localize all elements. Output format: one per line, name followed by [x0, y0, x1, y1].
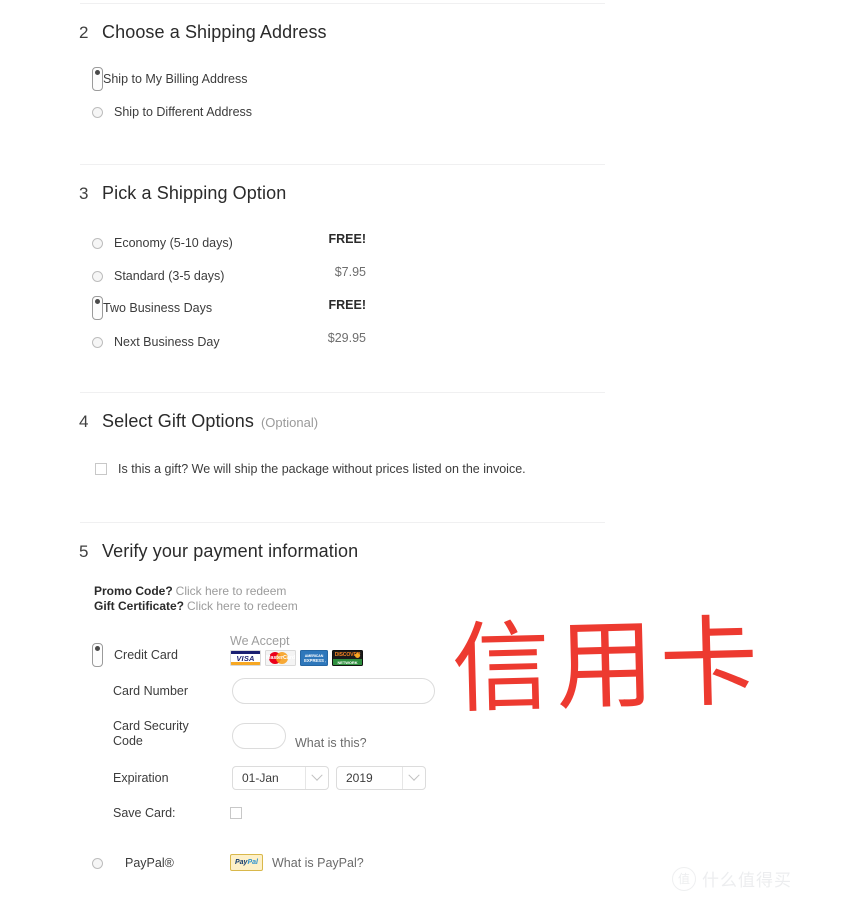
- radio-payment-paypal[interactable]: PayPal®: [92, 856, 174, 870]
- checkbox-icon[interactable]: [95, 463, 107, 475]
- save-card-checkbox[interactable]: [230, 807, 242, 819]
- radio-label: PayPal®: [125, 856, 174, 870]
- radio-ship-different-address[interactable]: Ship to Different Address: [92, 105, 252, 119]
- radio-payment-credit-card[interactable]: Credit Card: [92, 643, 178, 667]
- gift-certificate-link[interactable]: Click here to redeem: [187, 599, 298, 613]
- radio-icon[interactable]: [92, 67, 103, 91]
- what-is-paypal-link[interactable]: What is PayPal?: [272, 856, 364, 870]
- accepted-card-logos: VISA MasterCard AMERICAN EXPRESS › DISCO…: [230, 650, 363, 666]
- expiration-label: Expiration: [113, 771, 169, 785]
- section-header-payment: 5 Verify your payment information: [79, 541, 358, 562]
- section-number: 2: [79, 23, 89, 42]
- checkbox-gift-option[interactable]: Is this a gift? We will ship the package…: [95, 462, 526, 476]
- promo-code-link[interactable]: Click here to redeem: [176, 584, 287, 598]
- mastercard-icon: MasterCard: [265, 650, 296, 666]
- radio-icon[interactable]: [92, 643, 103, 667]
- promo-code-label: Promo Code?: [94, 584, 173, 598]
- expiration-month-value: 01-Jan: [242, 771, 279, 785]
- section-title: Choose a Shipping Address: [102, 22, 327, 42]
- card-number-label: Card Number: [113, 684, 189, 698]
- card-number-input[interactable]: [232, 678, 435, 704]
- radio-icon[interactable]: [92, 237, 103, 249]
- save-card-label: Save Card:: [113, 806, 176, 820]
- section-header-gift-options: 4 Select Gift Options (Optional): [79, 411, 318, 432]
- divider-shipping-option: [80, 164, 605, 165]
- chevron-down-icon[interactable]: [402, 767, 425, 789]
- chevron-down-icon[interactable]: [305, 767, 328, 789]
- watermark-logo-icon: 值: [672, 866, 696, 891]
- radio-icon[interactable]: [92, 106, 103, 118]
- section-header-shipping-option: 3 Pick a Shipping Option: [79, 183, 286, 204]
- radio-icon[interactable]: [92, 296, 103, 320]
- card-security-code-input[interactable]: [232, 723, 286, 749]
- shipping-option-price: $7.95: [334, 265, 366, 279]
- radio-icon[interactable]: [92, 857, 103, 869]
- section-title: Verify your payment information: [102, 541, 359, 561]
- paypal-logo-text-1: Pay: [235, 859, 248, 866]
- shipping-option-price: FREE!: [328, 298, 367, 312]
- section-number: 4: [79, 412, 89, 431]
- divider-top: [80, 3, 605, 4]
- radio-label: Credit Card: [114, 648, 178, 662]
- radio-label: Ship to My Billing Address: [103, 72, 248, 86]
- expiration-month-select[interactable]: 01-Jan: [232, 766, 329, 790]
- radio-ship-billing-address[interactable]: Ship to My Billing Address: [92, 67, 248, 91]
- watermark-text: 什么值得买: [702, 871, 792, 891]
- section-title: Pick a Shipping Option: [102, 183, 287, 203]
- visa-icon: VISA: [230, 650, 261, 666]
- paypal-icon: Pay Pal: [230, 854, 263, 871]
- divider-gift-options: [80, 392, 605, 393]
- discover-icon: DISCOVER NETWORK: [332, 650, 363, 666]
- gift-certificate-label: Gift Certificate?: [94, 599, 185, 613]
- amex-icon: AMERICAN EXPRESS ›: [300, 650, 328, 666]
- divider-payment: [80, 522, 605, 523]
- section-header-shipping-address: 2 Choose a Shipping Address: [79, 22, 327, 43]
- gift-certificate-row[interactable]: Gift Certificate? Click here to redeem: [94, 599, 298, 614]
- radio-icon[interactable]: [92, 270, 103, 282]
- shipping-option-label: Standard (3-5 days): [114, 269, 225, 283]
- section-number: 5: [79, 542, 89, 561]
- shipping-option-label: Economy (5-10 days): [114, 236, 233, 250]
- section-number: 3: [79, 184, 89, 203]
- checkout-page: 2 Choose a Shipping Address Ship to My B…: [0, 0, 844, 910]
- section-optional-tag: (Optional): [260, 415, 319, 430]
- watermark: 值 什么值得买: [672, 866, 792, 891]
- shipping-option-label: Two Business Days: [103, 301, 213, 315]
- promo-code-row[interactable]: Promo Code? Click here to redeem: [94, 584, 286, 599]
- expiration-year-value: 2019: [346, 771, 373, 785]
- radio-label: Ship to Different Address: [114, 105, 253, 119]
- radio-icon[interactable]: [92, 336, 103, 348]
- shipping-option-label: Next Business Day: [114, 335, 220, 349]
- card-security-code-label: Card Security Code: [113, 719, 189, 748]
- handwritten-annotation: 信用卡: [450, 605, 766, 728]
- shipping-option-price: FREE!: [328, 232, 367, 246]
- we-accept-label: We Accept: [230, 634, 290, 648]
- shipping-option-price: $29.95: [327, 331, 366, 345]
- paypal-logo-text-2: Pal: [247, 859, 258, 866]
- section-title: Select Gift Options: [102, 411, 254, 431]
- expiration-year-select[interactable]: 2019: [336, 766, 426, 790]
- checkbox-label: Is this a gift? We will ship the package…: [118, 462, 526, 476]
- what-is-this-link[interactable]: What is this?: [295, 736, 367, 750]
